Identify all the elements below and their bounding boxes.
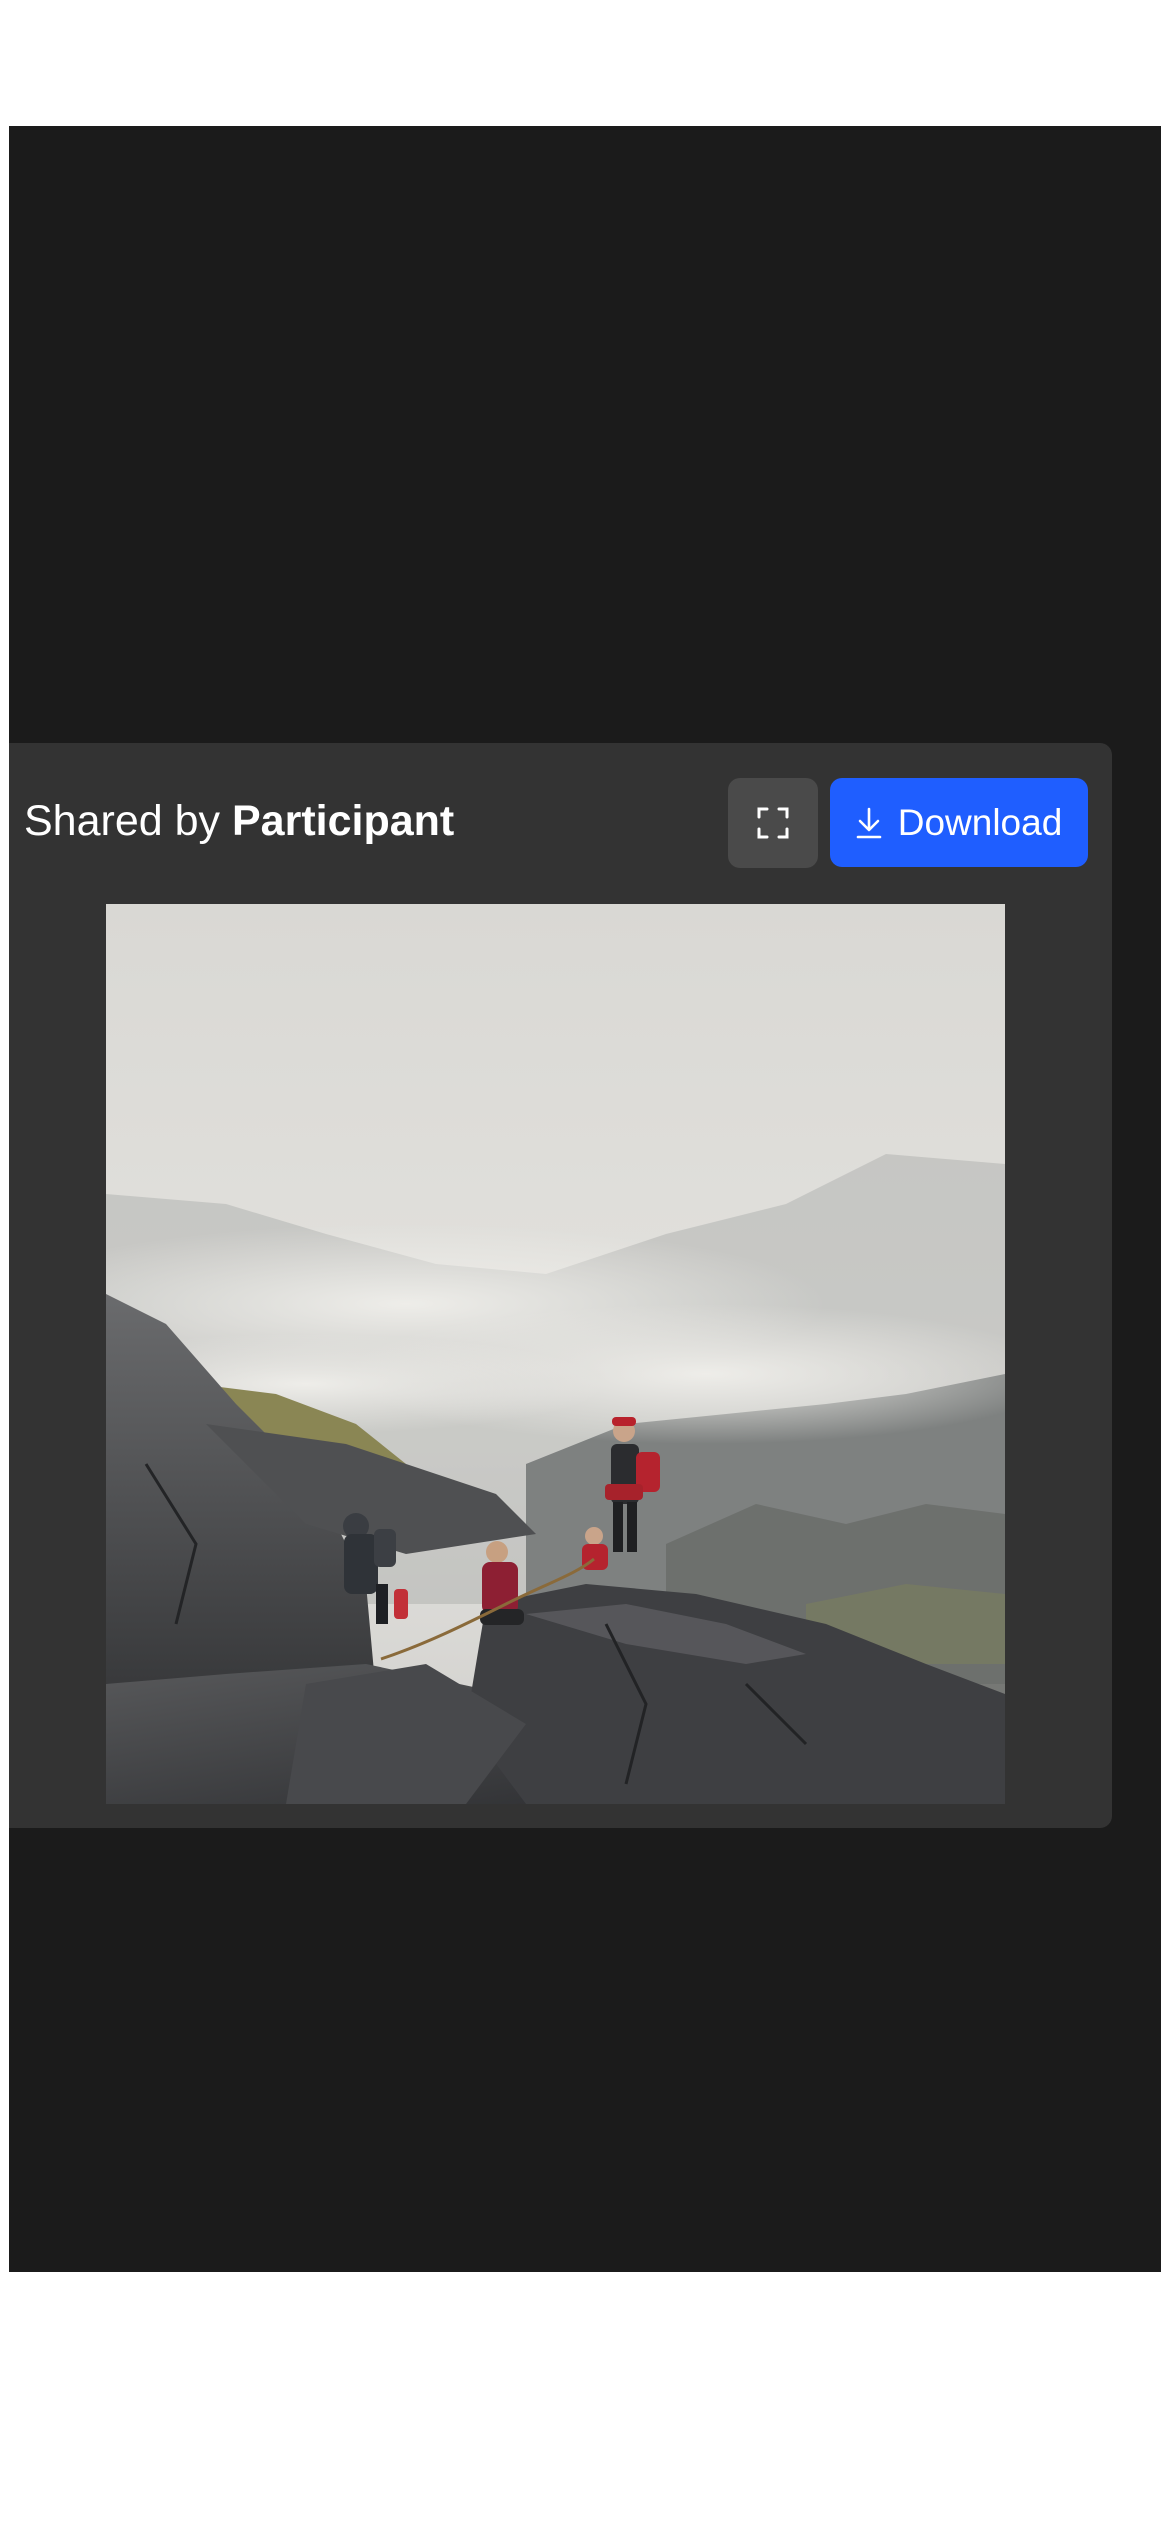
expand-icon bbox=[757, 807, 789, 839]
download-label: Download bbox=[897, 801, 1063, 843]
card-header: Shared by Participant Download bbox=[9, 778, 1112, 868]
shared-image-card: Shared by Participant Download bbox=[9, 743, 1112, 1828]
image-viewer: Shared by Participant Download bbox=[9, 126, 1161, 2272]
download-button[interactable]: Download bbox=[830, 778, 1088, 867]
shared-photo[interactable] bbox=[106, 904, 1005, 1804]
download-icon bbox=[856, 807, 882, 838]
shared-by-name: Participant bbox=[231, 797, 455, 845]
shared-by-prefix: Shared by bbox=[24, 797, 221, 845]
shared-by-label: Shared by Participant bbox=[24, 800, 454, 843]
photo-image bbox=[106, 904, 1005, 1804]
fullscreen-button[interactable] bbox=[728, 778, 818, 868]
